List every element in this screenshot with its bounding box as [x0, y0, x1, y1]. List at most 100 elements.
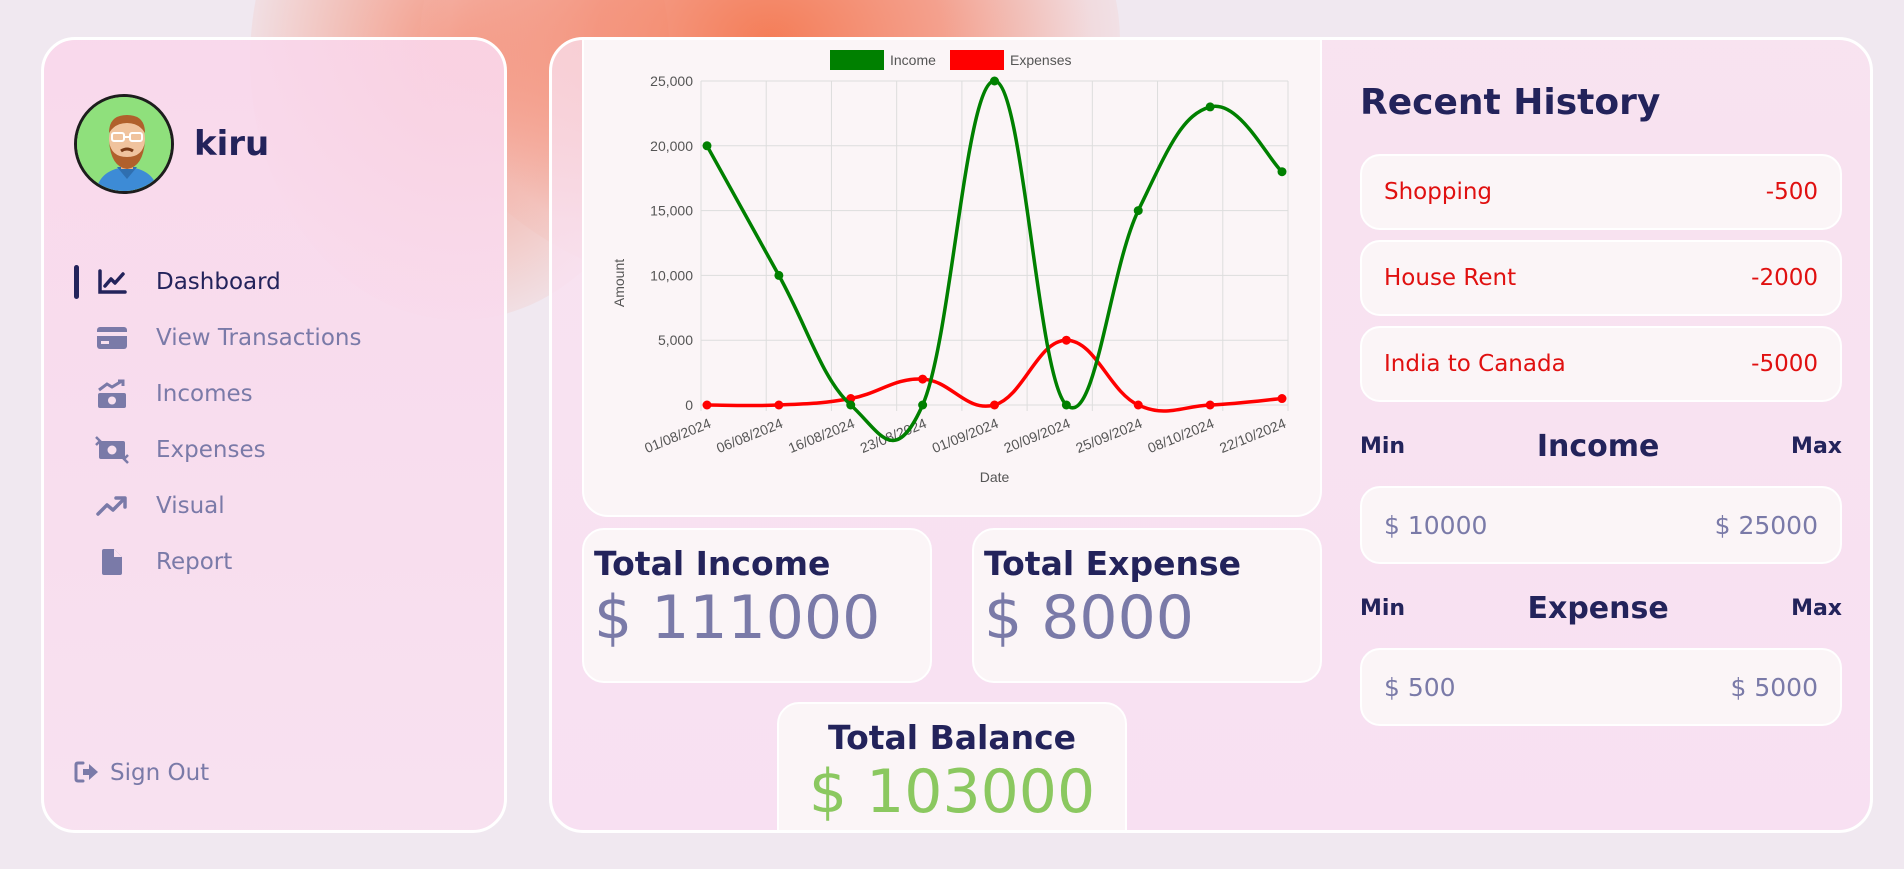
total-expense-title: Total Expense: [984, 544, 1241, 583]
sidebar-item-expenses[interactable]: Expenses: [74, 422, 474, 478]
legend-label-income: Income: [890, 52, 936, 68]
legend-label-expenses: Expenses: [1010, 52, 1071, 68]
x-tick-label: 06/08/2024: [714, 415, 785, 456]
data-point-expenses: [990, 400, 999, 410]
sign-out-label: Sign Out: [110, 760, 210, 786]
data-point-income: [1205, 102, 1215, 112]
y-tick-label: 15,000: [650, 203, 693, 219]
data-point-income: [1133, 206, 1143, 216]
data-point-income: [1277, 167, 1287, 177]
expense-range-box: $ 500 $ 5000: [1360, 648, 1842, 726]
history-item-label: India to Canada: [1384, 351, 1566, 377]
x-tick-label: 25/09/2024: [1073, 415, 1144, 456]
total-expense-card: Total Expense $ 8000: [972, 528, 1322, 683]
sidebar-item-view-transactions[interactable]: View Transactions: [74, 310, 474, 366]
income-min-label: Min: [1360, 433, 1406, 459]
expense-range-header: Min Expense Max: [1360, 588, 1842, 628]
total-income-title: Total Income: [594, 544, 831, 583]
data-point-expenses: [1061, 335, 1071, 345]
chart-line-icon: [92, 267, 132, 297]
history-item-label: House Rent: [1384, 265, 1517, 291]
expense-max-value: $ 5000: [1730, 672, 1818, 702]
history-item[interactable]: House Rent -2000: [1360, 240, 1842, 316]
history-item[interactable]: Shopping -500: [1360, 154, 1842, 230]
total-expense-value: $ 8000: [984, 583, 1194, 653]
data-point-income: [846, 400, 856, 410]
income-range-box: $ 10000 $ 25000: [1360, 486, 1842, 564]
sidebar-item-visual[interactable]: Visual: [74, 478, 474, 534]
username: kiru: [194, 124, 270, 164]
sidebar-item-report[interactable]: Report: [74, 534, 474, 590]
x-tick-label: 01/08/2024: [642, 415, 713, 456]
series-line-expenses: [706, 338, 1283, 413]
sidebar-item-dashboard[interactable]: Dashboard: [74, 254, 474, 310]
x-tick-label: 22/10/2024: [1217, 415, 1288, 456]
y-axis-title: Amount: [611, 259, 627, 307]
data-point-income: [1061, 400, 1071, 410]
data-point-income: [990, 76, 999, 86]
sign-out-button[interactable]: Sign Out: [74, 760, 209, 786]
income-max-label: Max: [1791, 433, 1842, 459]
main-panel: 0 5,000 10,000 15,000 20,000 25,000 01/08/2024…: [549, 37, 1873, 833]
legend-swatch-income: [830, 50, 884, 70]
money-bill-transfer-icon: [92, 435, 132, 465]
history-item-label: Shopping: [1384, 179, 1493, 205]
y-tick-label: 20,000: [650, 138, 693, 154]
sidebar-item-incomes[interactable]: Incomes: [74, 366, 474, 422]
total-balance-value: $ 103000: [808, 757, 1096, 827]
total-income-card: Total Income $ 111000: [582, 528, 932, 683]
profile: kiru: [74, 94, 269, 194]
history-item-amount: -500: [1765, 179, 1818, 205]
expense-min-value: $ 500: [1384, 672, 1456, 702]
user-avatar-icon: [77, 97, 171, 191]
income-range-header: Min Income Max: [1360, 426, 1842, 466]
credit-card-icon: [92, 323, 132, 353]
money-bill-trend-up-icon: [92, 379, 132, 409]
data-point-expenses: [1133, 400, 1143, 410]
expense-min-label: Min: [1360, 595, 1406, 621]
x-tick-label: 08/10/2024: [1145, 415, 1216, 456]
sidebar-item-label: Report: [156, 549, 233, 575]
x-tick-label: 01/09/2024: [930, 415, 1001, 456]
expense-range-title: Expense: [1527, 590, 1669, 626]
total-income-value: $ 111000: [594, 583, 881, 653]
chart-card: 0 5,000 10,000 15,000 20,000 25,000 01/08/2024…: [582, 40, 1322, 517]
y-tick-label: 25,000: [650, 73, 693, 89]
sidebar-item-label: Expenses: [156, 437, 266, 463]
history-item[interactable]: India to Canada -5000: [1360, 326, 1842, 402]
file-icon: [92, 547, 132, 577]
sidebar-item-label: Incomes: [156, 381, 253, 407]
history-item-amount: -2000: [1751, 265, 1818, 291]
arrow-trend-up-icon: [92, 491, 132, 521]
income-max-value: $ 25000: [1714, 510, 1818, 540]
right-column: Recent History Shopping -500 House Rent …: [1360, 70, 1842, 726]
y-tick-label: 5,000: [658, 332, 693, 348]
income-min-value: $ 10000: [1384, 510, 1488, 540]
data-point-expenses: [702, 400, 712, 410]
data-point-income: [774, 270, 784, 280]
data-point-expenses: [918, 374, 928, 384]
expense-max-label: Max: [1791, 595, 1842, 621]
sidebar-item-label: Visual: [156, 493, 225, 519]
data-point-expenses: [1205, 400, 1215, 410]
total-balance-card: Total Balance $ 103000: [777, 702, 1127, 830]
sidebar-nav: Dashboard View Transactions Incomes Expe…: [74, 254, 474, 590]
income-expense-chart: 0 5,000 10,000 15,000 20,000 25,000 01/08/2024…: [611, 50, 1289, 485]
y-tick-label: 0: [685, 397, 693, 413]
x-axis-title: Date: [980, 469, 1010, 485]
history-item-amount: -5000: [1751, 351, 1818, 377]
data-point-income: [918, 400, 928, 410]
x-tick-label: 20/09/2024: [1002, 415, 1073, 456]
total-balance-title: Total Balance: [827, 718, 1077, 757]
data-point-expenses: [774, 400, 784, 410]
sign-out-icon: [74, 760, 100, 786]
data-point-income: [702, 141, 712, 151]
recent-history-title: Recent History: [1360, 82, 1661, 123]
data-point-expenses: [1277, 394, 1287, 404]
x-tick-label: 16/08/2024: [786, 415, 857, 456]
y-tick-label: 10,000: [650, 267, 693, 283]
income-range-title: Income: [1536, 428, 1660, 464]
sidebar-item-label: Dashboard: [156, 269, 281, 295]
active-indicator: [74, 265, 79, 299]
legend-swatch-expenses: [950, 50, 1004, 70]
